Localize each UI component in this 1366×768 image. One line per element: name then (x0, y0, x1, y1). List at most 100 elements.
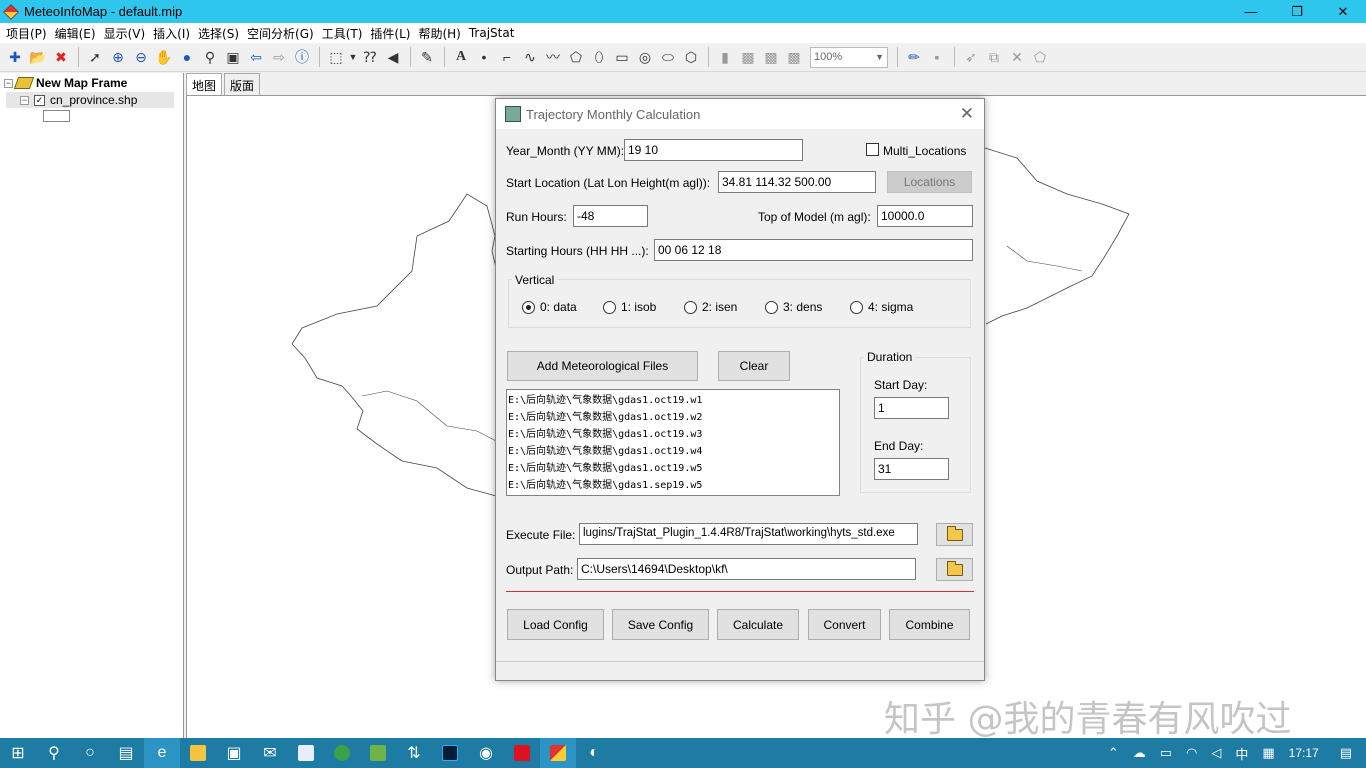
menu-spatial-analysis[interactable]: 空间分析(G) (243, 25, 318, 42)
start-day-field[interactable]: 1 (874, 397, 949, 419)
rectangle-tool-icon[interactable]: ▭ (611, 46, 633, 68)
vertical-option-sigma[interactable]: 4: sigma (850, 300, 913, 314)
save-edit-icon[interactable]: ▪ (926, 46, 948, 68)
execute-file-field[interactable]: lugins/TrajStat_Plugin_1.4.4R8/TrajStat\… (579, 523, 918, 545)
edit-icon[interactable]: ✎ (416, 46, 438, 68)
browse-output-path-button[interactable] (936, 558, 973, 581)
open-folder-icon[interactable]: 📂 (27, 46, 49, 68)
list-item[interactable]: E:\后向轨迹\气象数据\gdas1.oct19.w5 (508, 460, 838, 477)
close-icon[interactable]: ✕ (1320, 0, 1366, 23)
top-of-model-field[interactable]: 10000.0 (877, 205, 973, 227)
zoom-out-icon[interactable]: ⊖ (130, 46, 152, 68)
forward-arrow-icon[interactable]: ⇨ (268, 46, 290, 68)
year-month-field[interactable]: 19 10 (624, 139, 803, 161)
tab-map[interactable]: 地图 (186, 73, 223, 95)
multi-locations-checkbox[interactable] (866, 143, 879, 156)
polyline-tool-icon[interactable]: ⌐ (496, 46, 518, 68)
zoom-in-icon[interactable]: ⊕ (107, 46, 129, 68)
search-icon[interactable]: ⚲ (36, 738, 72, 768)
point-tool-icon[interactable]: • (473, 46, 495, 68)
cortana-icon[interactable]: ○ (72, 738, 108, 768)
collapse-icon[interactable]: − (4, 78, 13, 88)
chevron-up-icon[interactable]: ⌃ (1101, 745, 1126, 761)
radio-selected[interactable] (522, 300, 535, 314)
delete-feature-icon[interactable]: ✕ (1006, 46, 1028, 68)
add-layer-icon[interactable]: ✚ (4, 46, 26, 68)
starting-hours-field[interactable]: 00 06 12 18 (654, 239, 973, 261)
mail-icon[interactable]: ✉ (252, 738, 288, 768)
list-item[interactable]: E:\后向轨迹\气象数据\gdas1.oct19.w3 (508, 426, 838, 443)
task-view-icon[interactable]: ▤ (108, 738, 144, 768)
load-config-button[interactable]: Load Config (507, 609, 604, 640)
meteorological-file-list[interactable]: E:\后向轨迹\气象数据\gdas1.oct19.w1 E:\后向轨迹\气象数据… (506, 389, 840, 496)
pointer-icon[interactable]: ➚ (84, 46, 106, 68)
clear-button[interactable]: Clear (718, 351, 790, 381)
app-icon[interactable] (288, 738, 324, 768)
menu-view[interactable]: 显示(V) (100, 25, 150, 42)
polygon-tool-icon[interactable]: ⬠ (565, 46, 587, 68)
measure-icon[interactable]: ⁇ (359, 46, 381, 68)
clock[interactable]: 17:17 (1282, 746, 1326, 760)
curve-tool-icon[interactable]: 〰 (542, 46, 564, 68)
circle-tool-icon[interactable]: ◎ (634, 46, 656, 68)
zoom-combobox[interactable]: 100% ▼ (810, 46, 888, 68)
wifi-icon[interactable]: ◠ (1179, 745, 1204, 761)
calculate-button[interactable]: Calculate (717, 609, 799, 640)
page-zoom-in-icon[interactable]: ▩ (760, 46, 782, 68)
page-zoom-out-icon[interactable]: ▩ (783, 46, 805, 68)
text-tool-icon[interactable]: A (450, 46, 472, 68)
end-day-field[interactable]: 31 (874, 458, 949, 480)
minimize-icon[interactable]: — (1228, 0, 1274, 23)
select-rectangle-icon[interactable]: ⬚ (325, 46, 347, 68)
pencil-icon[interactable]: ✏ (903, 46, 925, 68)
tab-layout[interactable]: 版面 (224, 73, 261, 95)
app-icon[interactable]: ◉ (468, 738, 504, 768)
store-icon[interactable]: ▣ (216, 738, 252, 768)
app-icon[interactable]: ⇅ (396, 738, 432, 768)
freehand-tool-icon[interactable]: ∿ (519, 46, 541, 68)
trajstat-taskbar-icon[interactable]: ◐ (576, 738, 612, 768)
app-icon[interactable] (360, 738, 396, 768)
menu-help[interactable]: 帮助(H) (414, 25, 464, 42)
ime-indicator[interactable]: 中 (1228, 744, 1255, 763)
vertex-edit-icon[interactable]: ⬠ (1029, 46, 1051, 68)
photoshop-icon[interactable] (432, 738, 468, 768)
vertical-option-data[interactable]: 0: data (522, 300, 577, 314)
restore-icon[interactable]: ❐ (1274, 0, 1320, 23)
full-extent-globe-icon[interactable]: ● (176, 46, 198, 68)
run-hours-field[interactable]: -48 (573, 205, 648, 227)
list-item[interactable]: E:\后向轨迹\气象数据\gdas1.sep19.w5 (508, 477, 838, 494)
map-frame-node[interactable]: − New Map Frame (4, 75, 127, 91)
zoom-to-layer-icon[interactable]: ▣ (222, 46, 244, 68)
add-meteorological-files-button[interactable]: Add Meteorological Files (507, 351, 698, 381)
menu-project[interactable]: 项目(P) (2, 25, 51, 42)
ellipse-tool-icon[interactable]: ⬭ (657, 46, 679, 68)
fit-page-icon[interactable]: ▩ (737, 46, 759, 68)
list-item[interactable]: E:\后向轨迹\气象数据\gdas1.oct19.w1 (508, 392, 838, 409)
start-location-field[interactable]: 34.81 114.32 500.00 (718, 171, 876, 193)
menu-plugins[interactable]: 插件(L) (366, 25, 414, 42)
select-feature-icon[interactable]: ➶ (960, 46, 982, 68)
battery-icon[interactable]: ▭ (1153, 745, 1179, 761)
close-icon[interactable]: ✕ (960, 104, 974, 124)
curve-polygon-icon[interactable]: ⬯ (588, 46, 610, 68)
label-icon[interactable]: ◀ (382, 46, 404, 68)
vertical-option-isob[interactable]: 1: isob (603, 300, 656, 314)
browse-execute-file-button[interactable] (936, 523, 973, 546)
vertical-option-isen[interactable]: 2: isen (684, 300, 737, 314)
notification-icon[interactable]: ▤ (1326, 745, 1366, 761)
magnifier-icon[interactable]: ⚲ (199, 46, 221, 68)
layer-node[interactable]: − ✓ cn_province.shp (6, 92, 174, 108)
acrobat-icon[interactable] (504, 738, 540, 768)
dropdown-arrow-icon[interactable]: ▼ (348, 46, 358, 68)
convert-button[interactable]: Convert (808, 609, 881, 640)
list-item[interactable]: E:\后向轨迹\气象数据\gdas1.oct19.w4 (508, 443, 838, 460)
volume-icon[interactable]: ◁ (1204, 745, 1228, 761)
combine-button[interactable]: Combine (889, 609, 970, 640)
copy-feature-icon[interactable]: ⧉ (983, 46, 1005, 68)
remove-layer-icon[interactable]: ✖ (50, 46, 72, 68)
file-explorer-icon[interactable] (180, 738, 216, 768)
menu-trajstat[interactable]: TrajStat (465, 26, 519, 40)
menu-tools[interactable]: 工具(T) (318, 25, 367, 42)
menu-select[interactable]: 选择(S) (194, 25, 243, 42)
